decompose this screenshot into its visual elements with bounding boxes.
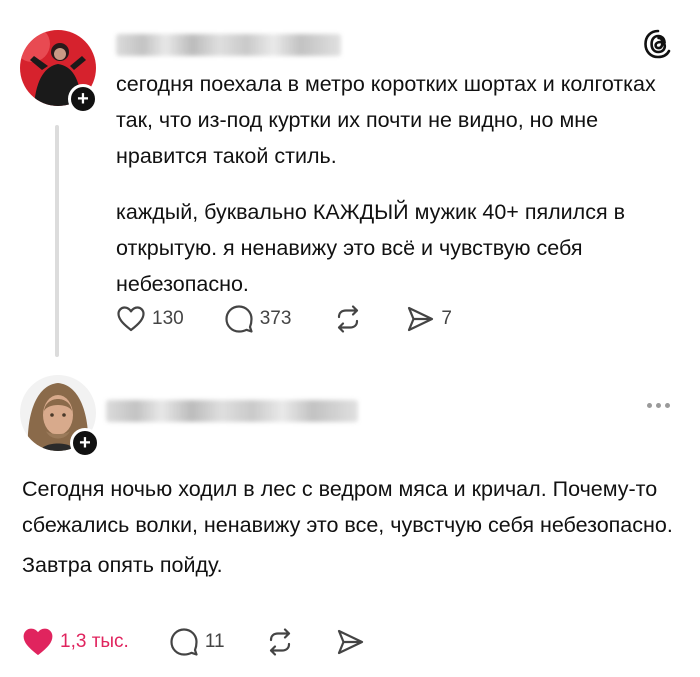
share-icon — [337, 629, 363, 655]
username-redacted[interactable] — [116, 34, 341, 56]
like-button[interactable]: 130 — [116, 305, 184, 333]
post-actions: 1,3 тыс. 11 — [22, 627, 365, 657]
post-paragraph: сегодня поехала в метро коротких шортах … — [116, 72, 656, 168]
thread-line — [55, 125, 59, 357]
plus-icon: + — [79, 432, 91, 454]
share-button[interactable] — [335, 627, 365, 657]
reply-count: 373 — [259, 308, 292, 329]
repost-button[interactable] — [333, 304, 363, 334]
repost-icon — [338, 305, 359, 333]
comment-icon — [170, 628, 198, 656]
post-paragraph: Сегодня ночью ходил в лес с ведром мяса … — [22, 477, 673, 537]
like-count: 130 — [152, 308, 184, 329]
post-2: + Сегодня ночью ходил в лес с ведром мяс… — [0, 365, 700, 677]
post-paragraph: каждый, буквально КАЖДЫЙ мужик 40+ пялил… — [116, 200, 625, 296]
follow-button[interactable]: + — [70, 428, 100, 458]
post-body: сегодня поехала в метро коротких шортах … — [116, 66, 686, 302]
share-count: 7 — [441, 308, 452, 329]
post-body: Сегодня ночью ходил в лес с ведром мяса … — [22, 471, 692, 583]
reply-button[interactable]: 11 — [169, 627, 225, 657]
reply-button[interactable]: 373 — [224, 304, 292, 334]
heart-icon — [23, 628, 53, 655]
like-count: 1,3 тыс. — [60, 631, 129, 652]
post-1: + сегодня поехала в метро коротких шорта… — [0, 0, 700, 365]
repost-icon — [269, 628, 290, 656]
threads-logo-icon[interactable] — [642, 28, 674, 60]
share-button[interactable]: 7 — [405, 304, 452, 334]
repost-button[interactable] — [265, 627, 295, 657]
username-redacted[interactable] — [106, 400, 358, 422]
post-paragraph: Завтра опять пойду. — [22, 553, 223, 577]
plus-icon: + — [77, 88, 89, 110]
follow-button[interactable]: + — [68, 84, 98, 114]
reply-count: 11 — [204, 631, 225, 652]
comment-icon — [225, 305, 253, 333]
heart-icon — [117, 306, 145, 332]
like-button[interactable]: 1,3 тыс. — [22, 627, 129, 657]
share-icon — [408, 306, 434, 332]
more-options-icon[interactable] — [647, 403, 670, 408]
post-actions: 130 373 7 — [116, 304, 452, 334]
